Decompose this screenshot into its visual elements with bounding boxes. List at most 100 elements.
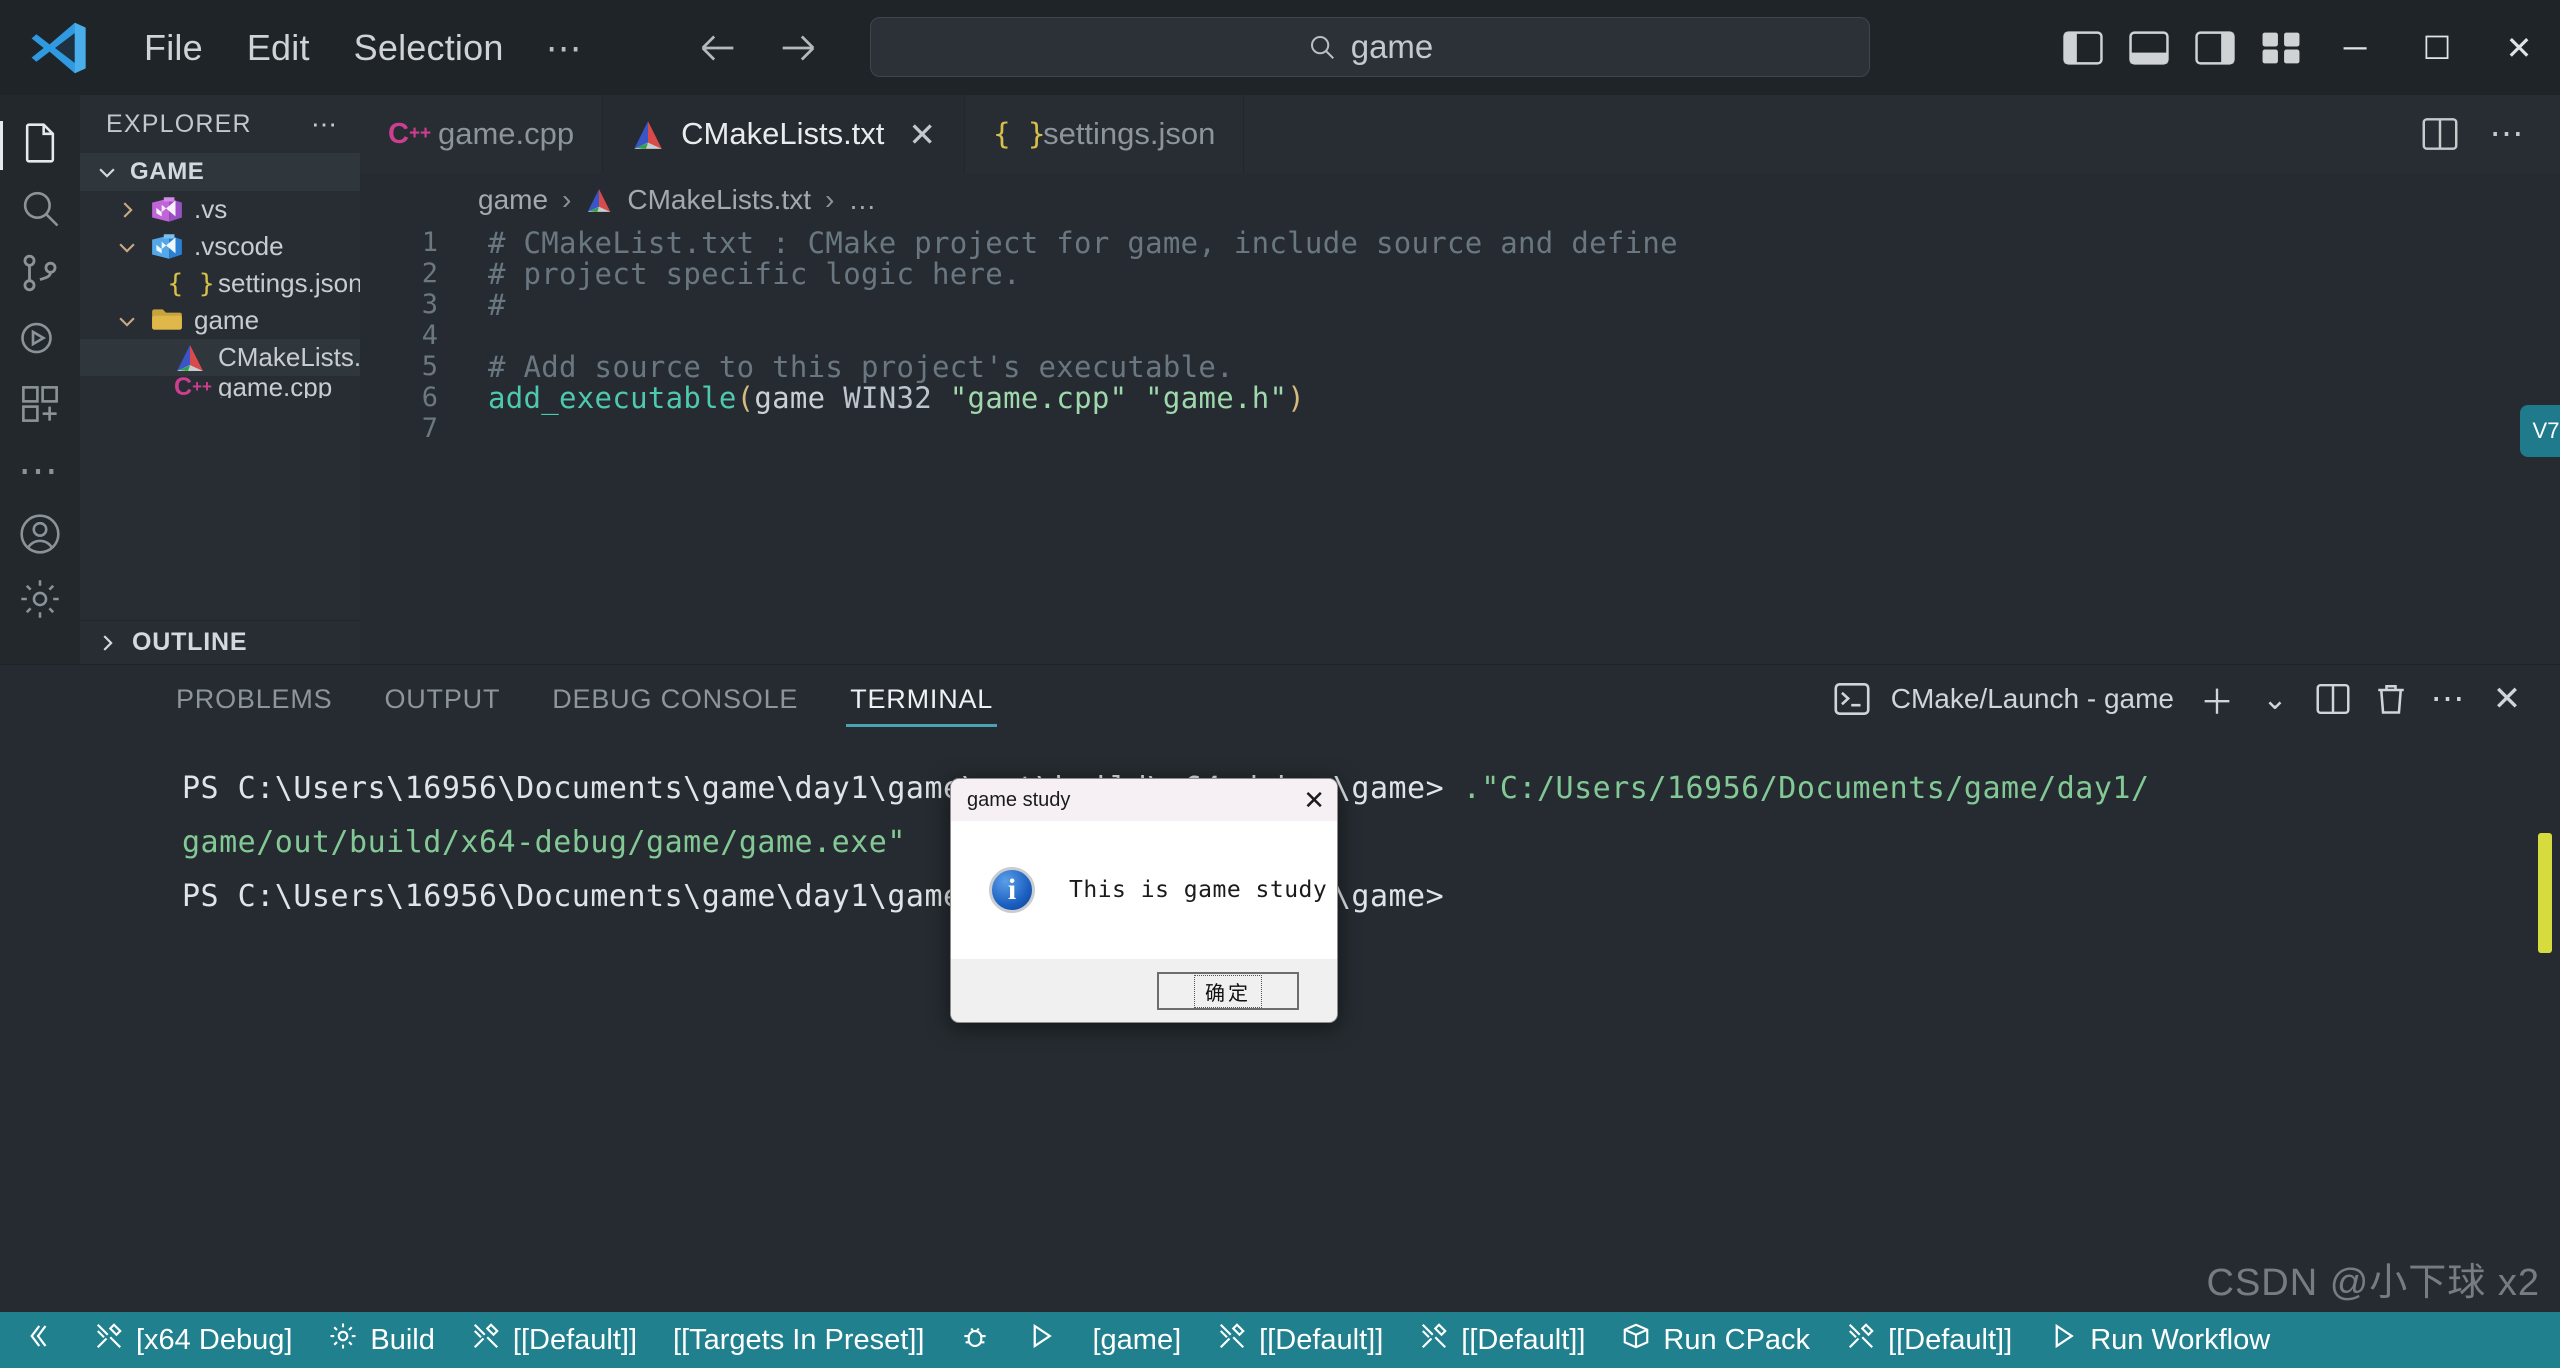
code-lines: 1 # CMakeList.txt : CMake project for gam… — [360, 227, 2560, 444]
toggle-panel-icon[interactable] — [2116, 18, 2182, 78]
code-editor[interactable]: 1 # CMakeList.txt : CMake project for gam… — [360, 227, 2560, 664]
code-token: # project specific logic here. — [488, 256, 1021, 291]
status-item-label: Run Workflow — [2090, 1323, 2271, 1356]
code-line: 1 # CMakeList.txt : CMake project for gam… — [360, 227, 2560, 260]
split-terminal-button[interactable] — [2306, 672, 2360, 726]
activity-item-source-control[interactable] — [0, 243, 80, 308]
activity-item-settings[interactable] — [0, 569, 80, 634]
cpp-icon: C ++ — [388, 117, 432, 150]
activity-item-explorer[interactable] — [0, 113, 80, 178]
tab-game-cpp[interactable]: C ++ game.cpp — [360, 95, 604, 173]
tree-item-game-folder[interactable]: game — [80, 302, 360, 339]
tab-label: game.cpp — [438, 116, 575, 151]
activity-item-more[interactable]: ⋯ — [0, 439, 80, 504]
activity-item-search[interactable] — [0, 178, 80, 243]
dialog-close-icon[interactable]: ✕ — [1303, 787, 1325, 813]
navigation-buttons — [695, 25, 821, 71]
status-item-default[interactable]: [[Default]] — [1401, 1312, 1603, 1368]
close-tab-icon[interactable]: ✕ — [908, 115, 936, 154]
workbench-body: ⋯ EXPLORER ⋯ GAME .vs .vscode {} settin… — [0, 95, 2560, 664]
panel-tab-problems[interactable]: PROBLEMS — [150, 665, 358, 733]
status-item-x64-debug[interactable]: [x64 Debug] — [76, 1312, 310, 1368]
menu-edit[interactable]: Edit — [225, 21, 332, 75]
status-item-bug[interactable] — [942, 1312, 1008, 1368]
activity-item-extensions[interactable] — [0, 374, 80, 439]
tree-item-label: CMakeLists.txt — [218, 342, 360, 372]
status-item-build[interactable]: Build — [310, 1312, 453, 1368]
tree-root-game[interactable]: GAME — [80, 153, 360, 191]
tab-settings-json[interactable]: { } settings.json — [965, 95, 1245, 173]
tree-item-vs[interactable]: .vs — [80, 191, 360, 228]
status-item-label: [x64 Debug] — [136, 1323, 293, 1356]
terminal-scrollbar[interactable] — [2538, 833, 2552, 953]
menu-more-icon[interactable]: ⋯ — [526, 21, 605, 75]
panel-tab-terminal[interactable]: TERMINAL — [824, 665, 1019, 733]
status-item-default[interactable]: [[Default]] — [1828, 1312, 2030, 1368]
terminal-selector[interactable]: CMake/Launch - game — [1813, 672, 2186, 726]
code-token: # CMakeList.txt : CMake project for game… — [488, 227, 1678, 260]
panel-tab-debug-console[interactable]: DEBUG CONSOLE — [526, 665, 824, 733]
status-item-default[interactable]: [[Default]] — [453, 1312, 655, 1368]
panel-more-actions-icon[interactable]: ⋯ — [2422, 672, 2476, 726]
editor-more-actions-icon[interactable]: ⋯ — [2480, 106, 2536, 162]
json-icon: { } — [993, 117, 1046, 151]
status-item-label: [[Default]] — [512, 1323, 638, 1356]
customize-layout-icon[interactable] — [2248, 18, 2314, 78]
command-search-bar[interactable]: game — [870, 17, 1870, 77]
breadcrumb-item-more[interactable]: … — [848, 184, 876, 216]
sidebar-section-outline[interactable]: OUTLINE — [80, 620, 360, 664]
status-item-label: [[Default]] — [1461, 1323, 1586, 1356]
message-box-dialog[interactable]: game study ✕ i This is game study 确定 — [950, 778, 1338, 1023]
vscode-window: File Edit Selection ⋯ game ─ ☐ ✕ ⋯ EXPLO… — [0, 0, 2560, 1368]
back-arrow-icon[interactable] — [695, 25, 741, 71]
code-token: add_executable — [488, 380, 737, 415]
code-line: 7 — [360, 413, 2560, 444]
menu-selection[interactable]: Selection — [332, 21, 526, 75]
chevron-down-icon[interactable] — [114, 308, 140, 334]
terminal-dropdown-icon[interactable]: ⌄ — [2248, 672, 2302, 726]
tree-item-vscode[interactable]: .vscode — [80, 228, 360, 265]
tools-icon — [94, 1321, 124, 1359]
status-item-default[interactable]: [[Default]] — [1199, 1312, 1401, 1368]
status-item-run-workflow[interactable]: Run Workflow — [2030, 1312, 2288, 1368]
tab-cmakelists-txt[interactable]: CMakeLists.txt ✕ — [603, 95, 966, 173]
split-editor-icon[interactable] — [2412, 106, 2468, 162]
tree-item-game-cpp[interactable]: C ++ game.cpp — [80, 376, 360, 398]
status-item-play[interactable] — [1008, 1312, 1074, 1368]
status-item-game[interactable]: [game] — [1074, 1312, 1199, 1368]
tab-label: CMakeLists.txt — [681, 116, 885, 151]
forward-arrow-icon[interactable] — [775, 25, 821, 71]
maximize-button[interactable]: ☐ — [2396, 0, 2478, 95]
tree-item-label: game — [194, 305, 260, 335]
dialog-ok-button[interactable]: 确定 — [1157, 972, 1299, 1010]
status-item-run-cpack[interactable]: Run CPack — [1603, 1312, 1828, 1368]
search-input[interactable]: game — [1351, 28, 1434, 66]
status-item-remote[interactable] — [10, 1312, 76, 1368]
panel-tab-output[interactable]: OUTPUT — [358, 665, 526, 733]
chevron-right-icon[interactable] — [114, 197, 140, 223]
breadcrumb-item-file[interactable]: CMakeLists.txt — [627, 184, 811, 216]
cpp-icon: C ++ — [174, 376, 212, 398]
tree-item-cmakelists[interactable]: CMakeLists.txt — [80, 339, 360, 376]
toggle-primary-sidebar-icon[interactable] — [2050, 18, 2116, 78]
panel-tab-bar: PROBLEMS OUTPUT DEBUG CONSOLE TERMINAL C… — [0, 665, 2560, 733]
tree-item-label: settings.json — [218, 268, 360, 298]
toggle-secondary-sidebar-icon[interactable] — [2182, 18, 2248, 78]
close-window-button[interactable]: ✕ — [2478, 0, 2560, 95]
line-content: add_executable(game WIN32 "game.cpp" "ga… — [460, 381, 1305, 415]
breadcrumb-item-folder[interactable]: game — [478, 184, 548, 216]
activity-item-accounts[interactable] — [0, 504, 80, 569]
status-item-label: Build — [370, 1323, 435, 1356]
sidebar-more-actions-icon[interactable]: ⋯ — [311, 109, 340, 140]
tree-item-settings-json[interactable]: { } settings.json — [80, 265, 360, 302]
activity-item-run-and-debug[interactable] — [0, 308, 80, 373]
minimize-button[interactable]: ─ — [2314, 0, 2396, 95]
status-item-targets-in-preset[interactable]: [[Targets In Preset]] — [655, 1312, 942, 1368]
close-panel-button[interactable]: ✕ — [2480, 672, 2534, 726]
code-token: ) — [1287, 380, 1306, 415]
menu-file[interactable]: File — [122, 21, 225, 75]
sidebar-title: EXPLORER — [106, 109, 252, 138]
chevron-down-icon[interactable] — [114, 234, 140, 260]
kill-terminal-button[interactable] — [2364, 672, 2418, 726]
new-terminal-button[interactable]: ＋ — [2190, 672, 2244, 726]
